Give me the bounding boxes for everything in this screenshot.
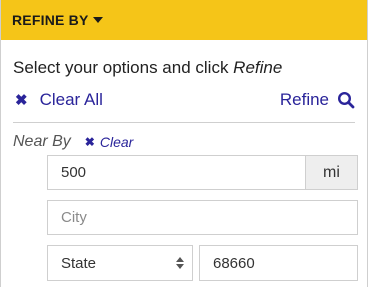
clear-all-button[interactable]: ✖ Clear All <box>15 90 103 110</box>
instructions-emphasis: Refine <box>233 58 283 77</box>
instructions-text: Select your options and click Refine <box>13 58 282 78</box>
refine-button[interactable]: Refine <box>280 90 355 110</box>
zip-input[interactable]: 68660 <box>199 245 358 281</box>
search-icon <box>337 91 355 109</box>
near-by-clear-label: Clear <box>99 134 134 150</box>
refine-by-title: REFINE BY <box>12 12 89 28</box>
state-select[interactable]: State <box>47 245 193 281</box>
refine-label: Refine <box>279 90 329 109</box>
close-icon: ✖ <box>15 92 28 109</box>
zip-value: 68660 <box>213 254 255 272</box>
divider <box>13 122 355 123</box>
near-by-section: Near By ✖ Clear <box>13 133 133 151</box>
state-selected-value: State <box>61 254 97 272</box>
clear-all-label: Clear All <box>39 90 103 109</box>
actions-row: ✖ Clear All Refine <box>13 90 355 112</box>
city-input[interactable]: City <box>47 200 358 235</box>
near-by-label: Near By <box>13 133 71 150</box>
instructions-lead: Select your options and click <box>13 58 234 77</box>
caret-down-icon <box>93 17 104 23</box>
distance-value: 500 <box>61 164 87 181</box>
refine-panel: REFINE BY Select your options and click … <box>0 0 368 287</box>
select-arrows-icon <box>176 257 184 269</box>
city-placeholder: City <box>61 209 87 226</box>
close-icon: ✖ <box>84 135 95 149</box>
distance-input[interactable]: 500 <box>47 155 306 190</box>
distance-unit-addon: mi <box>305 155 358 190</box>
refine-by-header[interactable]: REFINE BY <box>1 0 367 40</box>
near-by-clear-button[interactable]: ✖ Clear <box>85 134 134 150</box>
distance-unit: mi <box>323 163 340 181</box>
